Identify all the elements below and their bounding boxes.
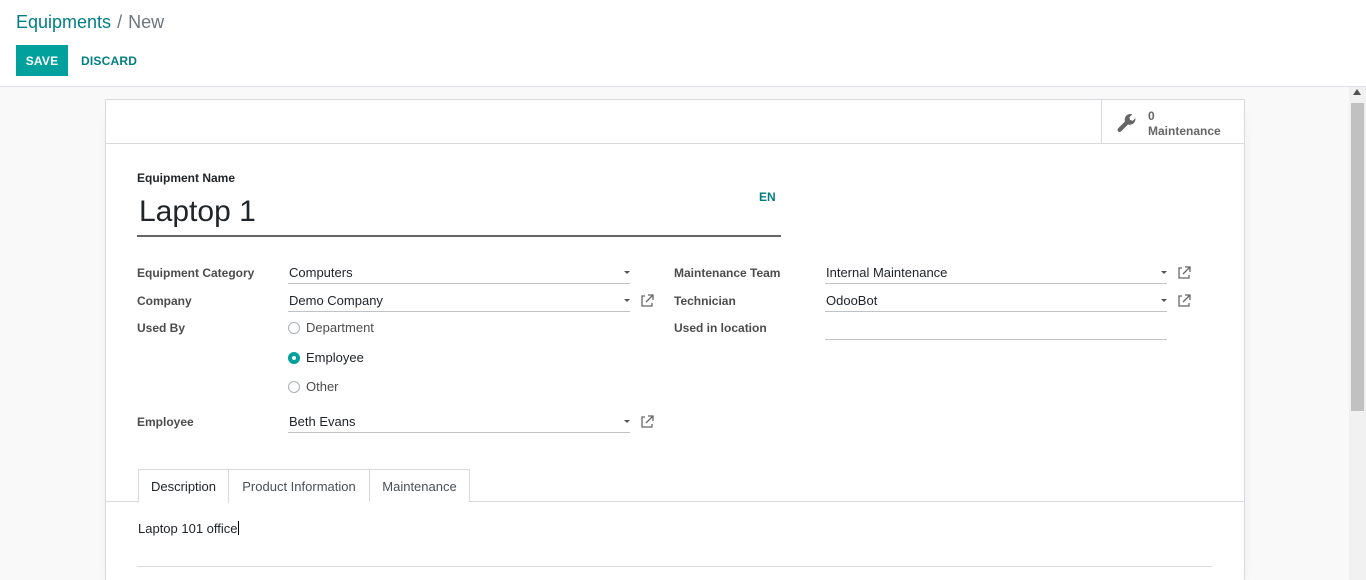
chevron-down-icon[interactable] [624,271,630,274]
discard-button[interactable]: DISCARD [81,45,137,76]
company-value: Demo Company [289,293,383,308]
external-link-icon[interactable] [1177,266,1191,280]
used-in-location-input[interactable] [825,320,1167,340]
company-field[interactable]: Demo Company [288,292,630,312]
equipment-name-label: Equipment Name [137,171,236,185]
breadcrumb-current: New [128,12,165,32]
save-button[interactable]: SAVE [16,45,68,76]
company-label: Company [137,294,192,308]
chevron-down-icon[interactable] [624,420,630,423]
chevron-down-icon[interactable] [1161,271,1167,274]
employee-field[interactable]: Beth Evans [288,413,630,433]
external-link-icon[interactable] [640,415,654,429]
employee-label: Employee [137,415,194,429]
maintenance-team-field[interactable]: Internal Maintenance [825,264,1167,284]
technician-label: Technician [674,294,736,308]
button-box: 0 Maintenance [106,100,1244,144]
technician-field[interactable]: OdooBot [825,292,1167,312]
used-by-employee-option[interactable]: Employee [288,350,364,365]
breadcrumb-separator: / [117,12,123,32]
equipment-name-input[interactable]: Laptop 1 [137,190,781,237]
vertical-scrollbar[interactable] [1349,87,1366,580]
used-by-other-option[interactable]: Other [288,379,339,394]
control-panel: Equipments / New SAVE DISCARD [0,0,1366,87]
description-editor[interactable]: Laptop 101 office [138,521,239,536]
notebook-tabs: Description Product Information Maintena… [105,469,1245,503]
maintenance-team-value: Internal Maintenance [826,265,948,280]
other-option-label: Other [306,379,339,394]
used-by-department-option[interactable]: Department [288,320,374,335]
external-link-icon[interactable] [640,294,654,308]
radio-employee[interactable] [288,351,300,364]
wrench-icon [1117,114,1136,132]
radio-department[interactable] [288,321,300,334]
used-by-label: Used By [137,321,186,335]
maintenance-stat-button[interactable]: 0 Maintenance [1101,100,1244,143]
chevron-down-icon[interactable] [1161,299,1167,302]
breadcrumb-equipments-link[interactable]: Equipments [16,12,111,32]
department-option-label: Department [306,320,374,335]
technician-value: OdooBot [826,293,878,308]
equipment-category-label: Equipment Category [137,266,255,280]
chevron-down-icon[interactable] [624,299,630,302]
scroll-up-arrow-icon[interactable] [1353,89,1361,95]
text-cursor [237,521,239,535]
radio-other[interactable] [288,380,300,393]
maintenance-count: 0 [1148,109,1155,123]
tab-product-information[interactable]: Product Information [228,469,370,502]
equipment-category-value: Computers [289,265,353,280]
tab-description[interactable]: Description [138,469,229,503]
description-underline [137,566,1212,567]
language-button[interactable]: EN [759,190,776,204]
tab-maintenance[interactable]: Maintenance [369,469,470,502]
equipment-category-field[interactable]: Computers [288,264,630,284]
employee-value: Beth Evans [289,414,356,429]
scrollbar-thumb[interactable] [1351,103,1364,411]
description-text: Laptop 101 office [138,521,238,536]
maintenance-team-label: Maintenance Team [674,266,781,280]
maintenance-stat-label: Maintenance [1148,124,1221,138]
breadcrumb: Equipments / New [16,12,164,33]
used-in-location-label: Used in location [674,321,767,335]
employee-option-label: Employee [306,350,364,365]
external-link-icon[interactable] [1177,294,1191,308]
